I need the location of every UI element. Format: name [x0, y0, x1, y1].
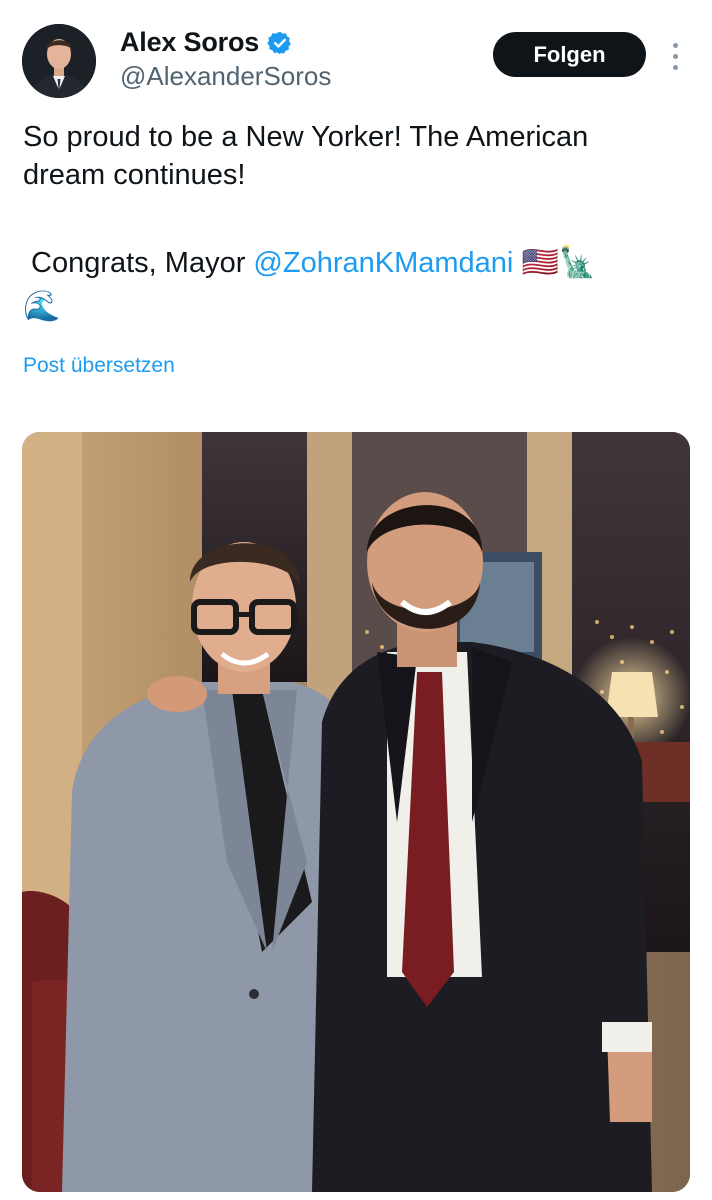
author-name-row: Alex Soros: [120, 27, 293, 58]
translate-post-link[interactable]: Post übersetzen: [23, 354, 175, 378]
post-text: So proud to be a New Yorker! The America…: [23, 118, 698, 326]
congrats-text: Congrats, Mayor: [31, 247, 254, 279]
verified-badge-icon: [267, 30, 293, 56]
post-text-line-3: Congrats, Mayor @ZohranKMamdani 🇺🇸🗽: [23, 244, 698, 282]
statue-of-liberty-icon: 🗽: [558, 245, 597, 280]
photo-image: [22, 432, 690, 1192]
author-name[interactable]: Alex Soros: [120, 27, 259, 58]
post-photo[interactable]: [22, 432, 690, 1192]
post-text-line-2: dream continues!: [23, 159, 246, 191]
more-vertical-icon[interactable]: [664, 36, 686, 76]
us-flag-icon: 🇺🇸: [521, 245, 559, 280]
mention-link[interactable]: @ZohranKMamdani: [253, 247, 513, 279]
avatar[interactable]: [22, 24, 96, 98]
avatar-image: [22, 24, 96, 98]
author-handle[interactable]: @AlexanderSoros: [120, 61, 331, 92]
water-wave-icon: 🌊: [23, 289, 61, 324]
post-text-line-1: So proud to be a New Yorker! The America…: [23, 121, 589, 153]
follow-button[interactable]: Folgen: [493, 32, 646, 77]
tweet-card: Alex Soros @AlexanderSoros Folgen So pro…: [0, 0, 712, 1200]
